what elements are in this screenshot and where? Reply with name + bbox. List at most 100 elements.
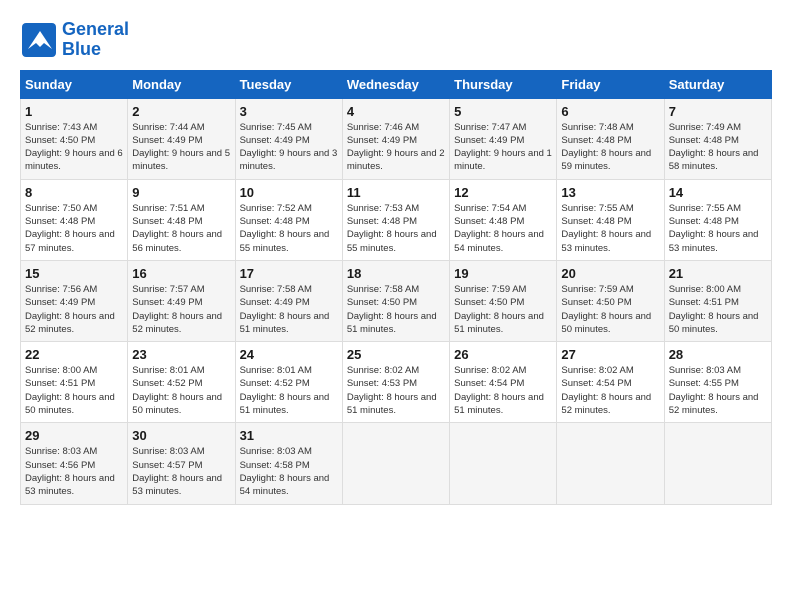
day-number: 10 (240, 185, 338, 200)
day-number: 6 (561, 104, 659, 119)
calendar-cell: 1 Sunrise: 7:43 AM Sunset: 4:50 PM Dayli… (21, 98, 128, 179)
logo-icon (20, 21, 58, 59)
day-info: Sunrise: 8:02 AM Sunset: 4:54 PM Dayligh… (454, 364, 552, 417)
calendar-cell: 8 Sunrise: 7:50 AM Sunset: 4:48 PM Dayli… (21, 179, 128, 260)
day-info: Sunrise: 7:46 AM Sunset: 4:49 PM Dayligh… (347, 121, 445, 174)
calendar-cell (342, 423, 449, 504)
day-number: 24 (240, 347, 338, 362)
day-info: Sunrise: 7:43 AM Sunset: 4:50 PM Dayligh… (25, 121, 123, 174)
day-number: 12 (454, 185, 552, 200)
calendar-cell: 19 Sunrise: 7:59 AM Sunset: 4:50 PM Dayl… (450, 260, 557, 341)
day-number: 27 (561, 347, 659, 362)
day-number: 4 (347, 104, 445, 119)
header-day-monday: Monday (128, 70, 235, 98)
calendar-cell: 22 Sunrise: 8:00 AM Sunset: 4:51 PM Dayl… (21, 342, 128, 423)
day-number: 19 (454, 266, 552, 281)
day-number: 11 (347, 185, 445, 200)
day-info: Sunrise: 8:01 AM Sunset: 4:52 PM Dayligh… (132, 364, 230, 417)
day-number: 20 (561, 266, 659, 281)
day-number: 3 (240, 104, 338, 119)
logo: General Blue (20, 20, 129, 60)
day-info: Sunrise: 7:57 AM Sunset: 4:49 PM Dayligh… (132, 283, 230, 336)
day-number: 18 (347, 266, 445, 281)
week-row-3: 15 Sunrise: 7:56 AM Sunset: 4:49 PM Dayl… (21, 260, 772, 341)
day-number: 21 (669, 266, 767, 281)
day-number: 16 (132, 266, 230, 281)
day-number: 15 (25, 266, 123, 281)
day-number: 1 (25, 104, 123, 119)
calendar-cell: 2 Sunrise: 7:44 AM Sunset: 4:49 PM Dayli… (128, 98, 235, 179)
day-number: 2 (132, 104, 230, 119)
day-number: 26 (454, 347, 552, 362)
calendar-cell: 23 Sunrise: 8:01 AM Sunset: 4:52 PM Dayl… (128, 342, 235, 423)
calendar-cell: 12 Sunrise: 7:54 AM Sunset: 4:48 PM Dayl… (450, 179, 557, 260)
day-info: Sunrise: 7:58 AM Sunset: 4:49 PM Dayligh… (240, 283, 338, 336)
calendar-cell: 10 Sunrise: 7:52 AM Sunset: 4:48 PM Dayl… (235, 179, 342, 260)
day-info: Sunrise: 7:58 AM Sunset: 4:50 PM Dayligh… (347, 283, 445, 336)
calendar-cell: 17 Sunrise: 7:58 AM Sunset: 4:49 PM Dayl… (235, 260, 342, 341)
day-info: Sunrise: 8:00 AM Sunset: 4:51 PM Dayligh… (25, 364, 123, 417)
header-day-sunday: Sunday (21, 70, 128, 98)
day-info: Sunrise: 7:59 AM Sunset: 4:50 PM Dayligh… (561, 283, 659, 336)
day-number: 14 (669, 185, 767, 200)
calendar-cell: 14 Sunrise: 7:55 AM Sunset: 4:48 PM Dayl… (664, 179, 771, 260)
calendar-cell: 4 Sunrise: 7:46 AM Sunset: 4:49 PM Dayli… (342, 98, 449, 179)
day-info: Sunrise: 8:02 AM Sunset: 4:53 PM Dayligh… (347, 364, 445, 417)
day-info: Sunrise: 7:55 AM Sunset: 4:48 PM Dayligh… (669, 202, 767, 255)
day-info: Sunrise: 7:56 AM Sunset: 4:49 PM Dayligh… (25, 283, 123, 336)
calendar-cell: 7 Sunrise: 7:49 AM Sunset: 4:48 PM Dayli… (664, 98, 771, 179)
calendar-cell: 25 Sunrise: 8:02 AM Sunset: 4:53 PM Dayl… (342, 342, 449, 423)
day-number: 31 (240, 428, 338, 443)
day-info: Sunrise: 7:49 AM Sunset: 4:48 PM Dayligh… (669, 121, 767, 174)
day-number: 29 (25, 428, 123, 443)
day-number: 9 (132, 185, 230, 200)
calendar-cell: 13 Sunrise: 7:55 AM Sunset: 4:48 PM Dayl… (557, 179, 664, 260)
day-number: 8 (25, 185, 123, 200)
day-info: Sunrise: 8:00 AM Sunset: 4:51 PM Dayligh… (669, 283, 767, 336)
day-info: Sunrise: 7:52 AM Sunset: 4:48 PM Dayligh… (240, 202, 338, 255)
day-info: Sunrise: 8:02 AM Sunset: 4:54 PM Dayligh… (561, 364, 659, 417)
day-info: Sunrise: 7:47 AM Sunset: 4:49 PM Dayligh… (454, 121, 552, 174)
week-row-2: 8 Sunrise: 7:50 AM Sunset: 4:48 PM Dayli… (21, 179, 772, 260)
header-row: SundayMondayTuesdayWednesdayThursdayFrid… (21, 70, 772, 98)
header-day-friday: Friday (557, 70, 664, 98)
day-info: Sunrise: 7:59 AM Sunset: 4:50 PM Dayligh… (454, 283, 552, 336)
logo-general: General (62, 19, 129, 39)
day-info: Sunrise: 8:01 AM Sunset: 4:52 PM Dayligh… (240, 364, 338, 417)
day-number: 5 (454, 104, 552, 119)
week-row-1: 1 Sunrise: 7:43 AM Sunset: 4:50 PM Dayli… (21, 98, 772, 179)
day-info: Sunrise: 7:53 AM Sunset: 4:48 PM Dayligh… (347, 202, 445, 255)
header-day-wednesday: Wednesday (342, 70, 449, 98)
calendar-cell (664, 423, 771, 504)
calendar-cell: 11 Sunrise: 7:53 AM Sunset: 4:48 PM Dayl… (342, 179, 449, 260)
day-info: Sunrise: 7:48 AM Sunset: 4:48 PM Dayligh… (561, 121, 659, 174)
calendar-cell: 21 Sunrise: 8:00 AM Sunset: 4:51 PM Dayl… (664, 260, 771, 341)
calendar-cell: 30 Sunrise: 8:03 AM Sunset: 4:57 PM Dayl… (128, 423, 235, 504)
day-info: Sunrise: 7:55 AM Sunset: 4:48 PM Dayligh… (561, 202, 659, 255)
calendar-cell: 16 Sunrise: 7:57 AM Sunset: 4:49 PM Dayl… (128, 260, 235, 341)
header-day-thursday: Thursday (450, 70, 557, 98)
calendar-cell: 31 Sunrise: 8:03 AM Sunset: 4:58 PM Dayl… (235, 423, 342, 504)
calendar-cell (450, 423, 557, 504)
week-row-4: 22 Sunrise: 8:00 AM Sunset: 4:51 PM Dayl… (21, 342, 772, 423)
day-number: 22 (25, 347, 123, 362)
day-info: Sunrise: 8:03 AM Sunset: 4:58 PM Dayligh… (240, 445, 338, 498)
calendar-cell: 29 Sunrise: 8:03 AM Sunset: 4:56 PM Dayl… (21, 423, 128, 504)
calendar-cell: 27 Sunrise: 8:02 AM Sunset: 4:54 PM Dayl… (557, 342, 664, 423)
day-info: Sunrise: 7:44 AM Sunset: 4:49 PM Dayligh… (132, 121, 230, 174)
calendar-table: SundayMondayTuesdayWednesdayThursdayFrid… (20, 70, 772, 505)
day-info: Sunrise: 7:50 AM Sunset: 4:48 PM Dayligh… (25, 202, 123, 255)
calendar-cell: 3 Sunrise: 7:45 AM Sunset: 4:49 PM Dayli… (235, 98, 342, 179)
day-number: 13 (561, 185, 659, 200)
day-number: 28 (669, 347, 767, 362)
calendar-cell: 20 Sunrise: 7:59 AM Sunset: 4:50 PM Dayl… (557, 260, 664, 341)
header-day-tuesday: Tuesday (235, 70, 342, 98)
calendar-cell (557, 423, 664, 504)
day-number: 17 (240, 266, 338, 281)
day-number: 7 (669, 104, 767, 119)
calendar-cell: 5 Sunrise: 7:47 AM Sunset: 4:49 PM Dayli… (450, 98, 557, 179)
day-info: Sunrise: 8:03 AM Sunset: 4:57 PM Dayligh… (132, 445, 230, 498)
calendar-cell: 18 Sunrise: 7:58 AM Sunset: 4:50 PM Dayl… (342, 260, 449, 341)
day-number: 25 (347, 347, 445, 362)
day-info: Sunrise: 8:03 AM Sunset: 4:55 PM Dayligh… (669, 364, 767, 417)
